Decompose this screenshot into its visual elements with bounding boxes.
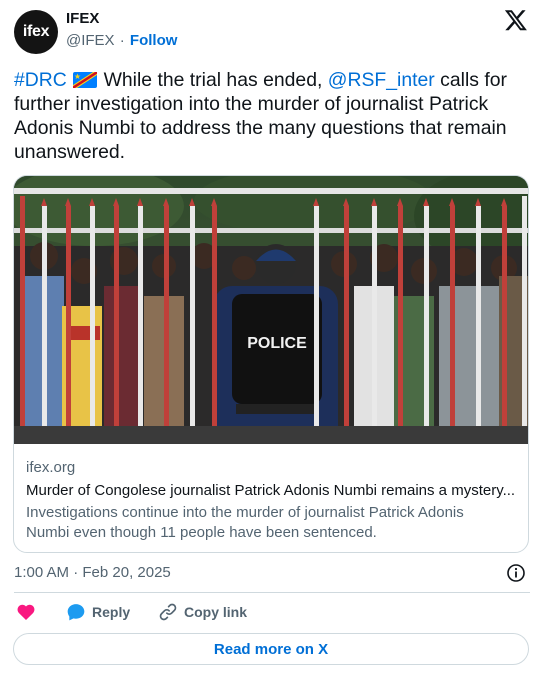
avatar-text: ifex — [22, 23, 50, 40]
card-image[interactable]: POLICE — [14, 176, 528, 444]
drc-flag-icon — [73, 72, 98, 88]
copy-link-button[interactable]: Copy link — [158, 602, 247, 622]
action-bar: Reply Copy link — [14, 602, 530, 626]
mention-link[interactable]: @RSF_inter — [328, 69, 435, 91]
link-icon — [159, 603, 177, 621]
account-name[interactable]: IFEX — [66, 10, 99, 27]
tweet-text-part1: While the trial has ended, — [98, 69, 328, 91]
crowd-photo: POLICE — [14, 176, 528, 444]
reply-label: Reply — [92, 604, 131, 620]
card-title: Murder of Congolese journalist Patrick A… — [26, 482, 516, 499]
card-description: Investigations continue into the murder … — [26, 504, 464, 541]
read-more-button[interactable]: Read more on X — [13, 633, 529, 665]
tweet-timestamp[interactable]: 1:00 AM · Feb 20, 2025 — [14, 564, 171, 581]
read-more-label: Read more on X — [213, 640, 329, 658]
link-card[interactable]: POLICE ifex.org Murder of Congolese jour… — [13, 175, 529, 553]
tweet-header: ifex IFEX @IFEX · Follow — [14, 8, 530, 58]
copy-link-label: Copy link — [184, 604, 248, 620]
divider — [14, 592, 530, 593]
reply-bubble-icon — [67, 604, 85, 621]
avatar[interactable]: ifex — [14, 10, 58, 54]
account-handle[interactable]: @IFEX — [66, 32, 115, 49]
heart-icon — [17, 604, 35, 620]
hashtag-link[interactable]: #DRC — [14, 69, 67, 91]
separator-dot: · — [119, 32, 125, 49]
tweet-text: #DRC While the trial has ended, @RSF_int… — [14, 68, 528, 164]
handle-row: @IFEX · Follow — [66, 32, 177, 49]
card-domain: ifex.org — [26, 459, 76, 476]
follow-button[interactable]: Follow — [130, 32, 178, 49]
police-vest-text: POLICE — [247, 335, 307, 352]
reply-button[interactable]: Reply — [66, 602, 130, 622]
info-icon[interactable] — [506, 563, 526, 583]
like-button[interactable] — [16, 602, 42, 622]
x-logo-icon[interactable] — [504, 8, 528, 32]
